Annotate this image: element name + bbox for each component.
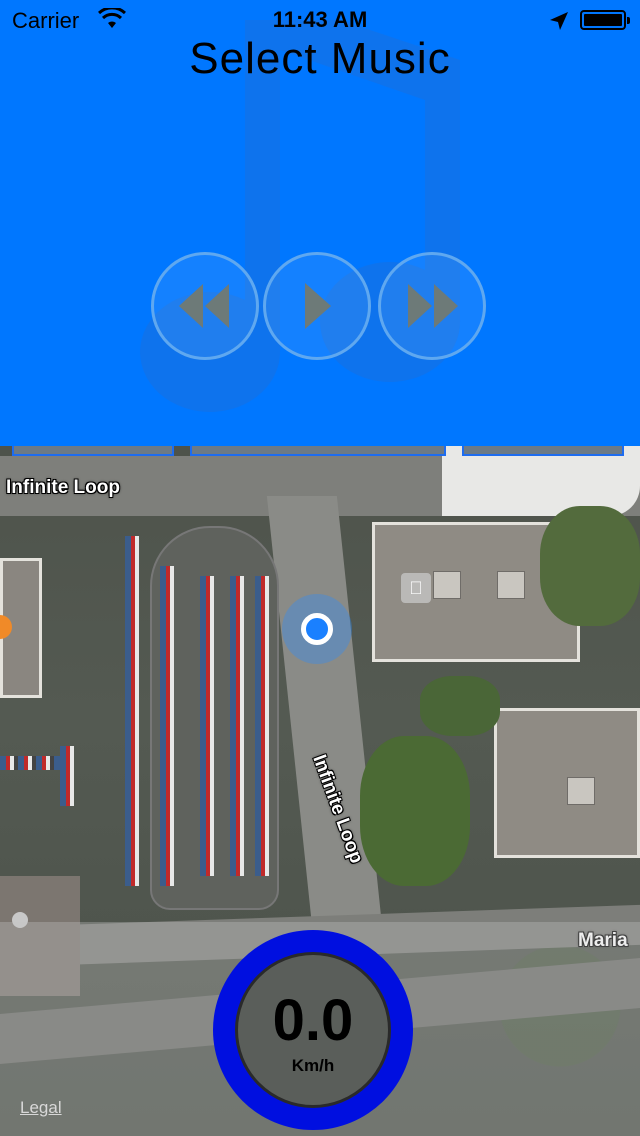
user-location-icon[interactable] bbox=[282, 594, 352, 664]
roof-vent bbox=[567, 777, 595, 805]
apple-poi-icon[interactable]:  bbox=[401, 573, 431, 603]
fast-forward-icon bbox=[408, 284, 458, 328]
fast-forward-button[interactable] bbox=[378, 252, 486, 360]
status-time: 11:43 AM bbox=[272, 7, 368, 32]
parked-cars bbox=[160, 566, 174, 886]
building-right bbox=[494, 708, 640, 858]
parked-cars bbox=[60, 746, 74, 806]
parked-cars bbox=[255, 576, 269, 876]
rewind-button[interactable] bbox=[151, 252, 259, 360]
speed-value: 0.0 bbox=[272, 988, 354, 1053]
road-vertical bbox=[266, 496, 384, 936]
page-title: Select Music bbox=[189, 34, 451, 83]
speed-unit: Km/h bbox=[291, 1056, 335, 1075]
legal-link[interactable]: Legal bbox=[20, 1098, 62, 1118]
play-button[interactable] bbox=[263, 252, 371, 360]
location-arrow-icon bbox=[550, 12, 568, 30]
street-label: Infinite Loop bbox=[6, 477, 120, 498]
play-icon bbox=[305, 283, 331, 329]
parked-cars bbox=[230, 576, 244, 876]
grass-patch bbox=[360, 736, 470, 886]
speedometer: 0.0 Km/h bbox=[213, 930, 413, 1130]
grass-patch bbox=[420, 676, 500, 736]
parked-cars bbox=[200, 576, 214, 876]
speedometer-face: 0.0 Km/h bbox=[235, 952, 391, 1108]
hidden-button-edge[interactable] bbox=[462, 446, 624, 456]
parked-cars bbox=[0, 756, 60, 770]
parked-cars bbox=[125, 536, 139, 886]
roof-vent bbox=[433, 571, 461, 599]
user-location-dot bbox=[301, 613, 333, 645]
music-panel: Carrier 11:43 AM Select Music bbox=[0, 0, 640, 446]
hidden-button-edge[interactable] bbox=[190, 446, 446, 456]
battery-icon bbox=[580, 10, 630, 30]
building-top-right bbox=[442, 446, 640, 516]
hidden-button-edge[interactable] bbox=[12, 446, 174, 456]
roof-vent bbox=[497, 571, 525, 599]
grass-patch bbox=[540, 506, 640, 626]
rewind-icon bbox=[179, 284, 229, 328]
